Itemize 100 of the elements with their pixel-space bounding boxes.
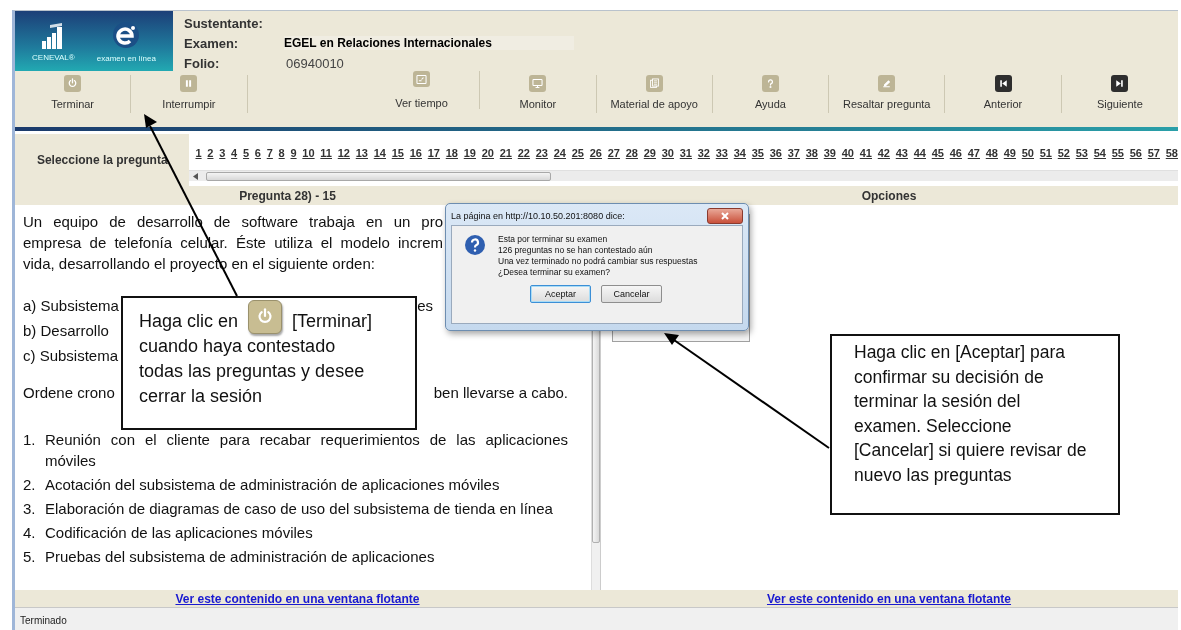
question-icon	[464, 234, 486, 256]
horizontal-scrollbar[interactable]	[189, 170, 1178, 182]
question-number-link[interactable]: 53	[1075, 147, 1088, 171]
toolbar-button[interactable]: Ver tiempo	[395, 97, 448, 109]
field-value: 06940010	[285, 55, 345, 71]
scroll-left-icon[interactable]	[193, 172, 199, 180]
field-label: Examen:	[184, 35, 240, 51]
question-number-link[interactable]: 17	[427, 147, 440, 171]
question-number-link[interactable]: 10	[302, 147, 315, 171]
question-number-link[interactable]: 33	[715, 147, 728, 171]
question-number-link[interactable]: 42	[877, 147, 890, 171]
question-number-link[interactable]: 52	[1057, 147, 1070, 171]
step-text: Pruebas del subsistema de administración de aplicaciones	[45, 547, 436, 568]
dialog-button[interactable]: Aceptar	[530, 285, 591, 303]
question-number-link[interactable]: 1	[195, 147, 202, 171]
logo-caption: examen en línea	[96, 53, 156, 63]
pane-title: Opciones	[861, 188, 917, 203]
step-text: Elaboración de diagramas de caso de uso del subsistema de tienda en línea	[45, 499, 554, 520]
floating-window-link[interactable]: Ver este contenido en una ventana flotante	[766, 591, 1012, 606]
question-number-link[interactable]: 49	[1003, 147, 1016, 171]
question-number-link[interactable]: 35	[751, 147, 764, 171]
callout-text: cuando haya contestado todas las preguntas y desee cerrar la sesión	[138, 335, 366, 409]
question-number-link[interactable]: 11	[320, 147, 332, 171]
question-number-link[interactable]: 29	[643, 147, 656, 171]
question-number-link[interactable]: 3	[219, 147, 226, 171]
toolbar-button[interactable]: Resaltar pregunta	[843, 98, 931, 110]
question-text: ben llevarse a cabo.	[433, 383, 568, 404]
toolbar-button[interactable]: Anterior	[983, 98, 1023, 110]
question-number-link[interactable]: 41	[859, 147, 872, 171]
question-number-link[interactable]: 31	[679, 147, 692, 171]
question-number-link[interactable]: 2	[207, 147, 214, 171]
question-number-link[interactable]: 15	[391, 147, 404, 171]
question-number-link[interactable]: 38	[805, 147, 818, 171]
status-text: Terminado	[20, 615, 67, 626]
field-value: EGEL en Relaciones Internacionales	[284, 36, 574, 50]
question-number-link[interactable]: 43	[895, 147, 908, 171]
question-number-link[interactable]: 7	[266, 147, 273, 171]
step-text: Codificación de las aplicaciones móviles	[45, 523, 314, 544]
toolbar-button[interactable]: Ayuda	[754, 98, 786, 110]
question-number-link[interactable]: 16	[409, 147, 422, 171]
question-number-link[interactable]: 37	[787, 147, 800, 171]
question-number-link[interactable]: 19	[463, 147, 476, 171]
field-label: Sustentante:	[184, 15, 264, 31]
question-number-link[interactable]: 40	[841, 147, 854, 171]
question-number-link[interactable]: 48	[985, 147, 998, 171]
question-number-link[interactable]: 54	[1093, 147, 1106, 171]
question-number-link[interactable]: 12	[337, 147, 350, 171]
question-number-link[interactable]: 25	[571, 147, 584, 171]
question-number-link[interactable]: 34	[733, 147, 746, 171]
question-number-link[interactable]: 45	[931, 147, 944, 171]
question-number-link[interactable]: 28	[625, 147, 638, 171]
question-number-link[interactable]: 21	[499, 147, 512, 171]
skip-back-icon	[994, 75, 1012, 92]
question-number-link[interactable]: 44	[913, 147, 926, 171]
toolbar-button[interactable]: Interrumpir	[162, 98, 216, 110]
callout-text: Haga clic en	[139, 309, 239, 333]
question-number-link[interactable]: 18	[445, 147, 458, 171]
question-number-link[interactable]: 14	[373, 147, 386, 171]
question-number-link[interactable]: 8	[278, 147, 285, 171]
question-number-link[interactable]: 39	[823, 147, 836, 171]
question-number-link[interactable]: 51	[1039, 147, 1052, 171]
question-number-link[interactable]: 13	[355, 147, 368, 171]
step-number: 5.	[23, 547, 37, 568]
question-number-link[interactable]: 57	[1147, 147, 1160, 171]
logo-caption: CENEVAL®	[32, 52, 75, 62]
question-number-link[interactable]: 36	[769, 147, 782, 171]
step-number: 2.	[23, 475, 37, 496]
question-number-link[interactable]: 22	[517, 147, 530, 171]
option-text: b) Desarrollo	[23, 321, 109, 342]
question-number-link[interactable]: 55	[1111, 147, 1124, 171]
monitor-icon	[529, 75, 547, 92]
question-number-link[interactable]: 58	[1165, 147, 1178, 171]
option-text: es	[417, 296, 433, 317]
step-text: Acotación del subsistema de administración de aplicaciones móviles	[45, 475, 501, 496]
question-number-link[interactable]: 30	[661, 147, 674, 171]
question-number-link[interactable]: 6	[254, 147, 261, 171]
question-number-link[interactable]: 23	[535, 147, 548, 171]
question-number-link[interactable]: 24	[553, 147, 566, 171]
step-number: 3.	[23, 499, 37, 520]
close-button[interactable]	[707, 208, 743, 224]
dialog-button[interactable]: Cancelar	[601, 285, 662, 303]
question-number-link[interactable]: 4	[231, 147, 238, 171]
toolbar-button[interactable]: Terminar	[51, 98, 95, 110]
toolbar-button[interactable]: Siguiente	[1096, 98, 1143, 110]
question-number-link[interactable]: 32	[697, 147, 710, 171]
toolbar-button[interactable]: Material de apoyo	[610, 98, 698, 110]
question-number-link[interactable]: 50	[1021, 147, 1034, 171]
dialog-message: Esta por terminar su examen	[498, 234, 609, 245]
callout-text: [Terminar]	[292, 309, 373, 333]
question-number-link[interactable]: 47	[967, 147, 980, 171]
step-number: 4.	[23, 523, 37, 544]
question-number-link[interactable]: 5	[243, 147, 250, 171]
question-number-link[interactable]: 27	[607, 147, 620, 171]
question-number-link[interactable]: 20	[481, 147, 494, 171]
question-number-link[interactable]: 9	[290, 147, 297, 171]
toolbar-button[interactable]: Monitor	[519, 98, 557, 110]
question-number-link[interactable]: 46	[949, 147, 962, 171]
floating-window-link[interactable]: Ver este contenido en una ventana flotante	[175, 591, 420, 606]
question-number-link[interactable]: 26	[589, 147, 602, 171]
question-number-link[interactable]: 56	[1129, 147, 1142, 171]
